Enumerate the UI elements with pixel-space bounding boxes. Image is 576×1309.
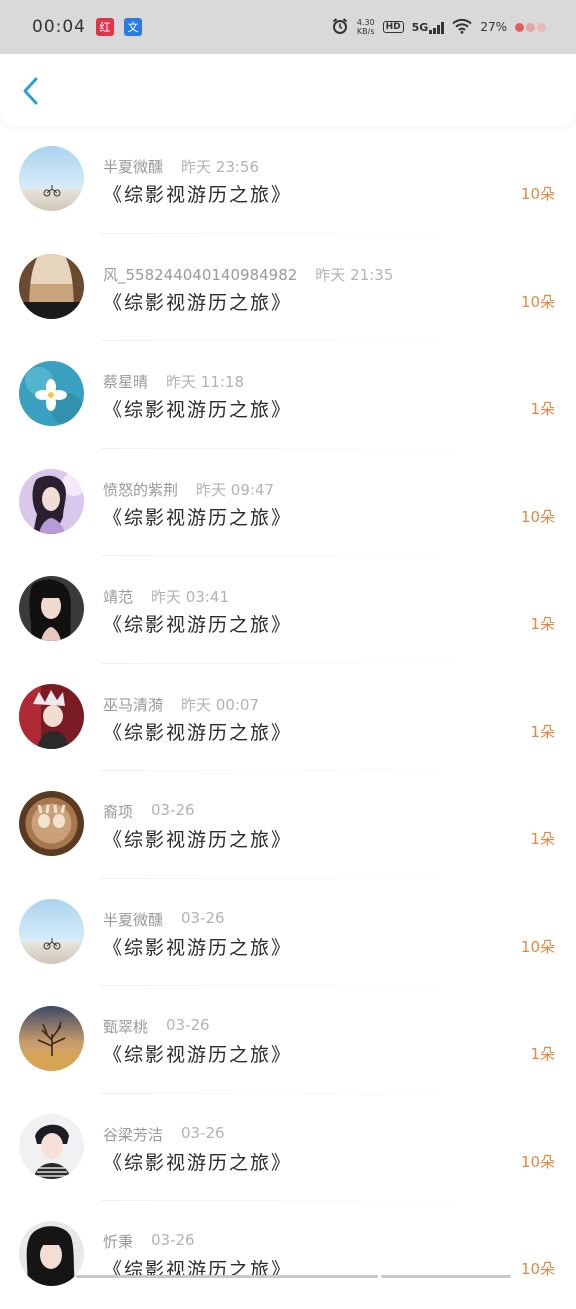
avatar	[19, 576, 84, 641]
status-bar: 00:04 红 文 4.30 KB/s HD 5G 27%	[0, 0, 576, 54]
gift-list: 半夏微醺昨天 23:56 《综影视游历之旅》 10朵 风_55824404014…	[0, 126, 576, 1309]
username: 半夏微醺	[103, 909, 163, 930]
gift-count: 10朵	[521, 183, 555, 204]
battery-text: 27%	[480, 20, 507, 34]
header-bar	[0, 54, 576, 126]
gift-count: 10朵	[521, 291, 555, 312]
book-title: 《综影视游历之旅》	[103, 718, 292, 745]
chevron-left-icon	[21, 76, 39, 106]
back-button[interactable]	[16, 76, 44, 106]
gift-count: 1朵	[530, 828, 555, 849]
book-title: 《综影视游历之旅》	[103, 825, 292, 852]
gift-count: 10朵	[521, 1151, 555, 1172]
timestamp: 昨天 21:35	[315, 264, 393, 285]
list-item[interactable]: 风_558244040140984982 昨天 21:35 《综影视游历之旅》 1…	[0, 234, 576, 342]
list-item[interactable]: 巫马清漪昨天 00:07 《综影视游历之旅》 1朵	[0, 664, 576, 772]
signal-bars-icon	[429, 22, 444, 34]
gift-count: 1朵	[530, 398, 555, 419]
book-title: 《综影视游历之旅》	[103, 503, 292, 530]
wifi-icon	[452, 18, 472, 37]
username: 靖范	[103, 586, 133, 607]
timestamp: 03-26	[166, 1016, 210, 1037]
avatar	[19, 254, 84, 319]
network-type: 5G	[412, 21, 429, 34]
username: 半夏微醺	[103, 156, 163, 177]
list-item[interactable]: 忻秉03-26 《综影视游历之旅》 10朵	[0, 1201, 576, 1309]
network-speed: 4.30 KB/s	[357, 18, 375, 36]
gift-count: 10朵	[521, 1258, 555, 1279]
avatar	[19, 469, 84, 534]
book-title: 《综影视游历之旅》	[103, 395, 292, 422]
list-item[interactable]: 愤怒的紫荆昨天 09:47 《综影视游历之旅》 10朵	[0, 449, 576, 557]
avatar	[19, 1006, 84, 1071]
book-title: 《综影视游历之旅》	[103, 1040, 292, 1067]
list-item[interactable]: 谷梁芳洁 03-26 《综影视游历之旅》 10朵	[0, 1094, 576, 1202]
red-app-icon: 红	[96, 18, 114, 36]
network-speed-unit: KB/s	[357, 27, 375, 36]
gift-count: 10朵	[521, 936, 555, 957]
username: 忻秉	[103, 1231, 133, 1252]
home-indicator-left	[76, 1275, 378, 1278]
timestamp: 03-26	[151, 801, 195, 822]
timestamp: 03-26	[151, 1231, 195, 1252]
username: 蔡星晴	[103, 371, 148, 392]
network-speed-value: 4.30	[357, 18, 375, 27]
timestamp: 昨天 09:47	[196, 479, 274, 500]
signal-indicator: 5G	[412, 21, 445, 34]
timestamp: 昨天 00:07	[181, 694, 259, 715]
username: 裔项	[103, 801, 133, 822]
avatar	[19, 684, 84, 749]
username: 愤怒的紫荆	[103, 479, 178, 500]
gift-count: 10朵	[521, 506, 555, 527]
home-indicator-right	[381, 1275, 511, 1278]
list-item[interactable]: 靖范昨天 03:41 《综影视游历之旅》 1朵	[0, 556, 576, 664]
hd-badge: HD	[383, 21, 404, 33]
avatar	[19, 146, 84, 211]
alarm-icon	[331, 17, 349, 38]
timestamp: 昨天 03:41	[151, 586, 229, 607]
timestamp: 03-26	[181, 909, 225, 930]
gift-count: 1朵	[530, 721, 555, 742]
book-title: 《综影视游历之旅》	[103, 180, 292, 207]
book-title: 《综影视游历之旅》	[103, 933, 292, 960]
book-title: 《综影视游历之旅》	[103, 1148, 292, 1175]
list-item[interactable]: 半夏微醺 03-26 《综影视游历之旅》 10朵	[0, 879, 576, 987]
avatar	[19, 361, 84, 426]
username: 谷梁芳洁	[103, 1124, 163, 1145]
book-title: 《综影视游历之旅》	[103, 288, 292, 315]
timestamp: 昨天 11:18	[166, 371, 244, 392]
blue-app-icon: 文	[124, 18, 142, 36]
book-title: 《综影视游历之旅》	[103, 610, 292, 637]
avatar	[19, 791, 84, 856]
list-item[interactable]: 半夏微醺昨天 23:56 《综影视游历之旅》 10朵	[0, 126, 576, 234]
username: 巫马清漪	[103, 694, 163, 715]
avatar	[19, 1114, 84, 1179]
list-item[interactable]: 甄翠桃 03-26 《综影视游历之旅》 1朵	[0, 986, 576, 1094]
gift-count: 1朵	[530, 1043, 555, 1064]
avatar	[19, 1221, 84, 1286]
gift-count: 1朵	[530, 613, 555, 634]
list-item[interactable]: 裔项 03-26 《综影视游历之旅》 1朵	[0, 771, 576, 879]
username: 风_558244040140984982	[103, 264, 297, 285]
username: 甄翠桃	[103, 1016, 148, 1037]
avatar	[19, 899, 84, 964]
notification-dots-icon	[515, 23, 546, 32]
clock: 00:04	[32, 17, 86, 37]
timestamp: 03-26	[181, 1124, 225, 1145]
timestamp: 昨天 23:56	[181, 156, 259, 177]
list-item[interactable]: 蔡星晴昨天 11:18 《综影视游历之旅》 1朵	[0, 341, 576, 449]
